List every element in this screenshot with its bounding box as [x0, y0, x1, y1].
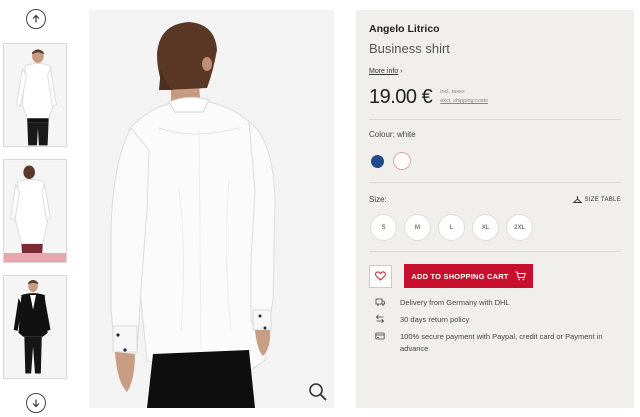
benefit-returns: 30 days return policy	[375, 314, 621, 326]
thumbnail-back[interactable]	[3, 159, 67, 263]
heart-icon	[375, 271, 386, 281]
delivery-icon	[375, 298, 385, 306]
size-table-label: SIZE TABLE	[584, 196, 621, 203]
product-title: Business shirt	[369, 41, 450, 56]
zoom-icon[interactable]	[308, 382, 328, 402]
colour-swatch-blue[interactable]	[371, 154, 384, 168]
colour-label: Colour: white	[369, 130, 416, 139]
chevron-right-icon: ›	[400, 68, 403, 75]
hanger-icon	[572, 195, 582, 203]
more-info-link[interactable]: More info ›	[369, 68, 403, 75]
thumbnail-front[interactable]	[3, 43, 67, 147]
cart-icon	[515, 271, 526, 281]
colour-swatch-white[interactable]	[393, 152, 411, 170]
thumbnail-back-image	[4, 160, 66, 262]
return-icon	[375, 314, 385, 324]
shipping-costs-link[interactable]: excl. shipping costs	[440, 97, 488, 106]
benefit-text: Delivery from Germany with DHL	[400, 298, 510, 307]
wishlist-button[interactable]	[369, 264, 392, 288]
arrow-down-icon	[32, 399, 40, 408]
more-info-label: More info	[369, 68, 399, 75]
incl-taxes-note: incl. taxes	[440, 89, 465, 95]
divider	[369, 251, 621, 252]
price: 19.00 €	[369, 86, 433, 108]
gallery-up-button[interactable]	[26, 9, 46, 29]
size-option-m[interactable]: M	[404, 214, 431, 241]
divider	[369, 182, 621, 183]
thumbnail-suit[interactable]	[3, 275, 67, 379]
brand-name: Angelo Litrico	[369, 23, 440, 35]
size-option-2xl[interactable]: 2XL	[506, 214, 533, 241]
benefit-payment: 100% secure payment with Paypal, credit …	[375, 331, 621, 355]
size-label: Size:	[369, 195, 387, 204]
gallery-down-button[interactable]	[26, 393, 46, 413]
product-photo	[89, 10, 334, 408]
selected-indicator	[4, 253, 66, 262]
product-details-panel: Angelo Litrico Business shirt More info ›…	[356, 10, 634, 408]
thumbnail-suit-image	[4, 276, 66, 378]
size-option-s[interactable]: S	[370, 214, 397, 241]
size-option-l[interactable]: L	[438, 214, 465, 241]
add-to-cart-button[interactable]: ADD TO SHOPPING CART	[404, 264, 533, 288]
benefit-text: 30 days return policy	[400, 315, 470, 324]
thumbnail-front-image	[4, 44, 66, 146]
payment-icon	[375, 332, 385, 340]
arrow-up-icon	[32, 14, 40, 23]
size-table-link[interactable]: SIZE TABLE	[572, 195, 621, 204]
main-product-image[interactable]	[89, 10, 334, 408]
benefit-text: 100% secure payment with Paypal, credit …	[400, 332, 603, 353]
add-to-cart-label: ADD TO SHOPPING CART	[411, 271, 509, 281]
benefit-delivery: Delivery from Germany with DHL	[375, 297, 621, 309]
size-option-xl[interactable]: XL	[472, 214, 499, 241]
divider	[369, 119, 621, 120]
